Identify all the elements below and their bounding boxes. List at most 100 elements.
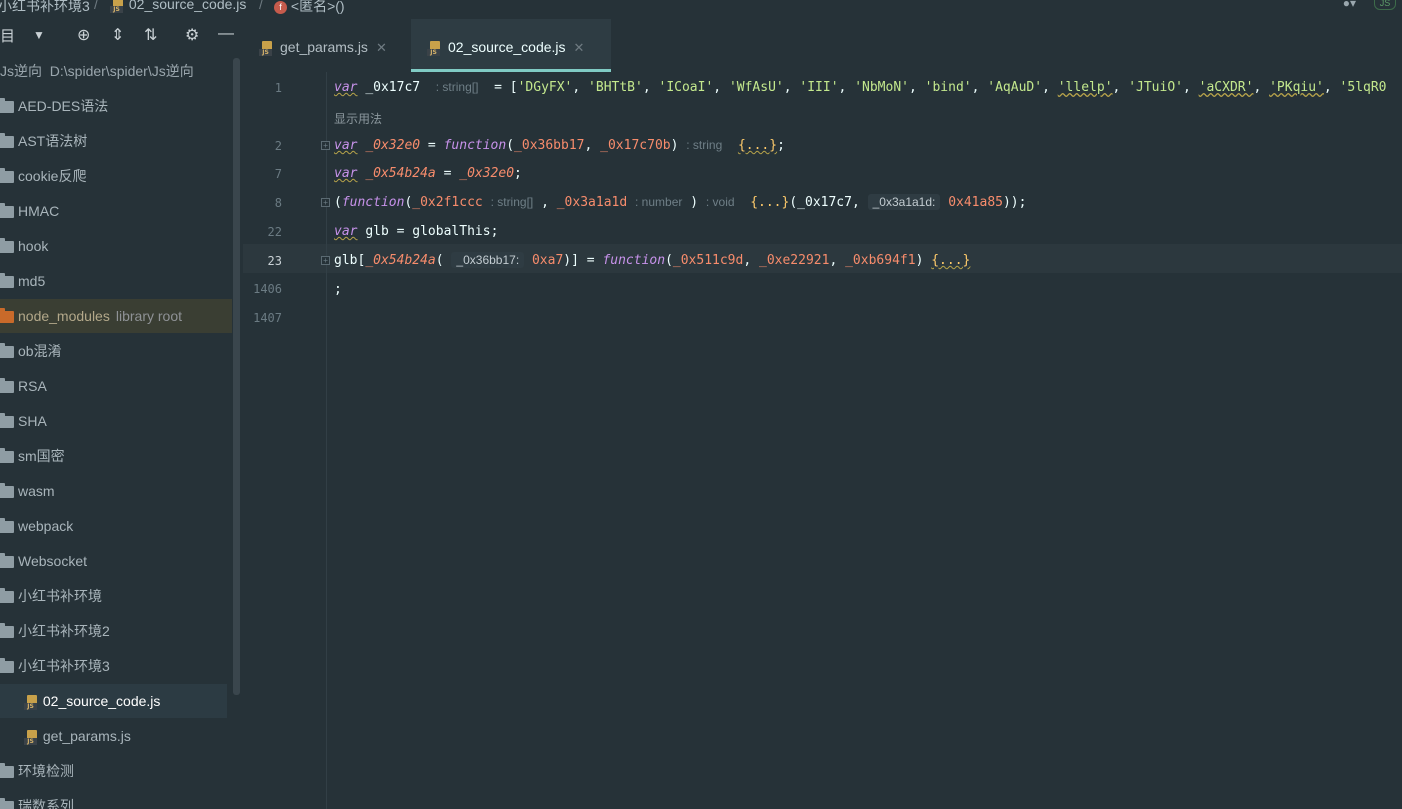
tab-02-source-code[interactable]: JS 02_source_code.js ✕ [411,19,611,72]
tab-get-params[interactable]: JS get_params.js ✕ [243,19,409,72]
folder-label: hook [18,238,49,254]
folded-region[interactable]: {...} [750,195,789,210]
folder-icon [0,273,14,289]
tree-folder[interactable]: AED-DES语法 [0,89,232,123]
tree-folder[interactable]: 瑞数系列 [0,789,232,809]
identifier: globalThis [412,224,491,239]
view-dropdown-icon[interactable]: ▼ [33,28,45,42]
line-number: 1407 [253,311,282,325]
project-toolbar: 目 ▼ ⊕ ⇕ ⇅ ⚙ — [0,22,243,50]
folded-region[interactable]: {...} [738,138,777,153]
folder-label: RSA [18,378,47,394]
collapse-all-icon[interactable]: ⇅ [144,25,157,45]
file-label: 02_source_code.js [42,693,161,709]
close-icon[interactable]: ✕ [376,40,387,55]
expand-all-icon[interactable]: ⇕ [111,25,124,45]
folder-label: 瑞数系列 [18,798,74,809]
code-line-8[interactable]: (function(_0x2f1ccc : string[] , _0x3a1a… [334,194,1026,210]
locate-file-icon[interactable]: ⊕ [77,25,90,45]
function-icon: f [274,0,287,14]
tree-folder[interactable]: wasm [0,474,232,508]
parameter: _0x3a1a1d [556,195,628,210]
minimize-icon[interactable]: — [218,25,234,43]
root-name: Js逆向 [0,63,42,79]
breadcrumb-file[interactable]: JS 02_source_code.js [110,0,246,13]
js-file-icon: JS [24,729,39,745]
tree-folder[interactable]: RSA [0,369,232,403]
string-literal: 'ICoaI' [658,80,714,95]
tree-folder[interactable]: HMAC [0,194,232,228]
folder-label: 环境检测 [18,763,74,779]
line-number-gutter: 1 2 7 8 22 23 1406 1407 [243,72,327,809]
fold-marker-icon[interactable]: + [321,141,330,150]
project-view-label[interactable]: 目 [0,25,15,46]
folder-icon [0,133,14,149]
parameter: _0x511c9d [672,253,744,268]
show-usages-link[interactable]: 显示用法 [334,110,382,127]
code-line-1[interactable]: var _0x17c7 : string[] = ['DGyFX', 'BHTt… [334,80,1387,95]
identifier: _0x17c7 [365,80,421,95]
folder-label: ob混淆 [18,343,62,359]
tree-file[interactable]: JS get_params.js [0,719,232,753]
line-number: 2 [274,139,282,153]
folder-label: Websocket [18,553,87,569]
js-file-icon: JS [110,0,125,13]
js-language-icon[interactable]: JS [1374,0,1396,10]
folder-icon [0,168,14,184]
tree-folder[interactable]: AST语法树 [0,124,232,158]
root-path: D:\spider\spider\Js逆向 [49,63,194,79]
js-file-icon: JS [24,694,39,710]
tree-folder[interactable]: Websocket [0,544,232,578]
folder-label: cookie反爬 [18,168,87,184]
close-icon[interactable]: ✕ [574,40,585,55]
folder-icon [0,308,14,324]
type-hint: : number [635,195,683,209]
fold-marker-icon[interactable]: + [321,198,330,207]
tree-folder[interactable]: webpack [0,509,232,543]
identifier: _0x32e0 [459,166,515,181]
tree-file-selected[interactable]: JS 02_source_code.js [0,684,227,718]
code-line-2[interactable]: var _0x32e0 = function(_0x36bb17, _0x17c… [334,138,785,153]
breadcrumb-separator: / [94,0,98,12]
tree-folder[interactable]: sm国密 [0,439,232,473]
tree-folder[interactable]: SHA [0,404,232,438]
project-scrollbar[interactable] [233,58,240,695]
library-root-label: library root [115,308,182,324]
keyword: var [334,80,358,95]
folder-icon [0,448,14,464]
tree-folder[interactable]: 环境检测 [0,754,232,788]
fold-marker-icon[interactable]: + [321,256,330,265]
user-account-icon[interactable]: ●▾ [1343,0,1356,10]
tab-label: 02_source_code.js [448,39,566,55]
tree-folder[interactable]: 小红书补环境 [0,579,232,613]
tree-folder[interactable]: 小红书补环境2 [0,614,232,648]
keyword: var [334,166,358,181]
tree-folder[interactable]: 小红书补环境3 [0,649,232,683]
code-line-22[interactable]: var glb = globalThis; [334,224,498,239]
tree-folder[interactable]: md5 [0,264,232,298]
number-literal: 0xa7 [531,253,564,268]
folder-icon [0,203,14,219]
tree-folder-node-modules[interactable]: node_modules library root [0,299,232,333]
string-literal: 'NbMoN' [854,80,909,95]
line-number: 1406 [253,282,282,296]
gear-icon[interactable]: ⚙ [185,25,199,45]
tree-folder[interactable]: ob混淆 [0,334,232,368]
tree-root[interactable]: Js逆向 D:\spider\spider\Js逆向 [0,54,232,88]
string-literal: 'JTuiO' [1128,80,1183,95]
line-number: 23 [267,254,282,268]
tree-folder[interactable]: cookie反爬 [0,159,232,193]
string-literal: 'DGyFX' [517,80,573,95]
keyword: function [341,195,405,210]
parameter-hint: _0x3a1a1d: [867,194,941,210]
code-line-1406[interactable]: ; [334,282,342,297]
breadcrumb-folder[interactable]: 小红书补环境3 [0,0,90,14]
breadcrumb-symbol[interactable]: f <匿名>() [274,0,345,14]
code-line-7[interactable]: var _0x54b24a = _0x32e0; [334,166,522,181]
code-line-23[interactable]: glb[_0x54b24a( _0x36bb17: 0xa7)] = funct… [334,252,970,268]
project-panel: 目 ▼ ⊕ ⇕ ⇅ ⚙ — Js逆向 D:\spider\spider\Js逆向… [0,14,243,809]
folded-region[interactable]: {...} [931,253,970,268]
folder-icon [0,798,14,809]
tree-folder[interactable]: hook [0,229,232,263]
folder-label: webpack [18,518,74,534]
